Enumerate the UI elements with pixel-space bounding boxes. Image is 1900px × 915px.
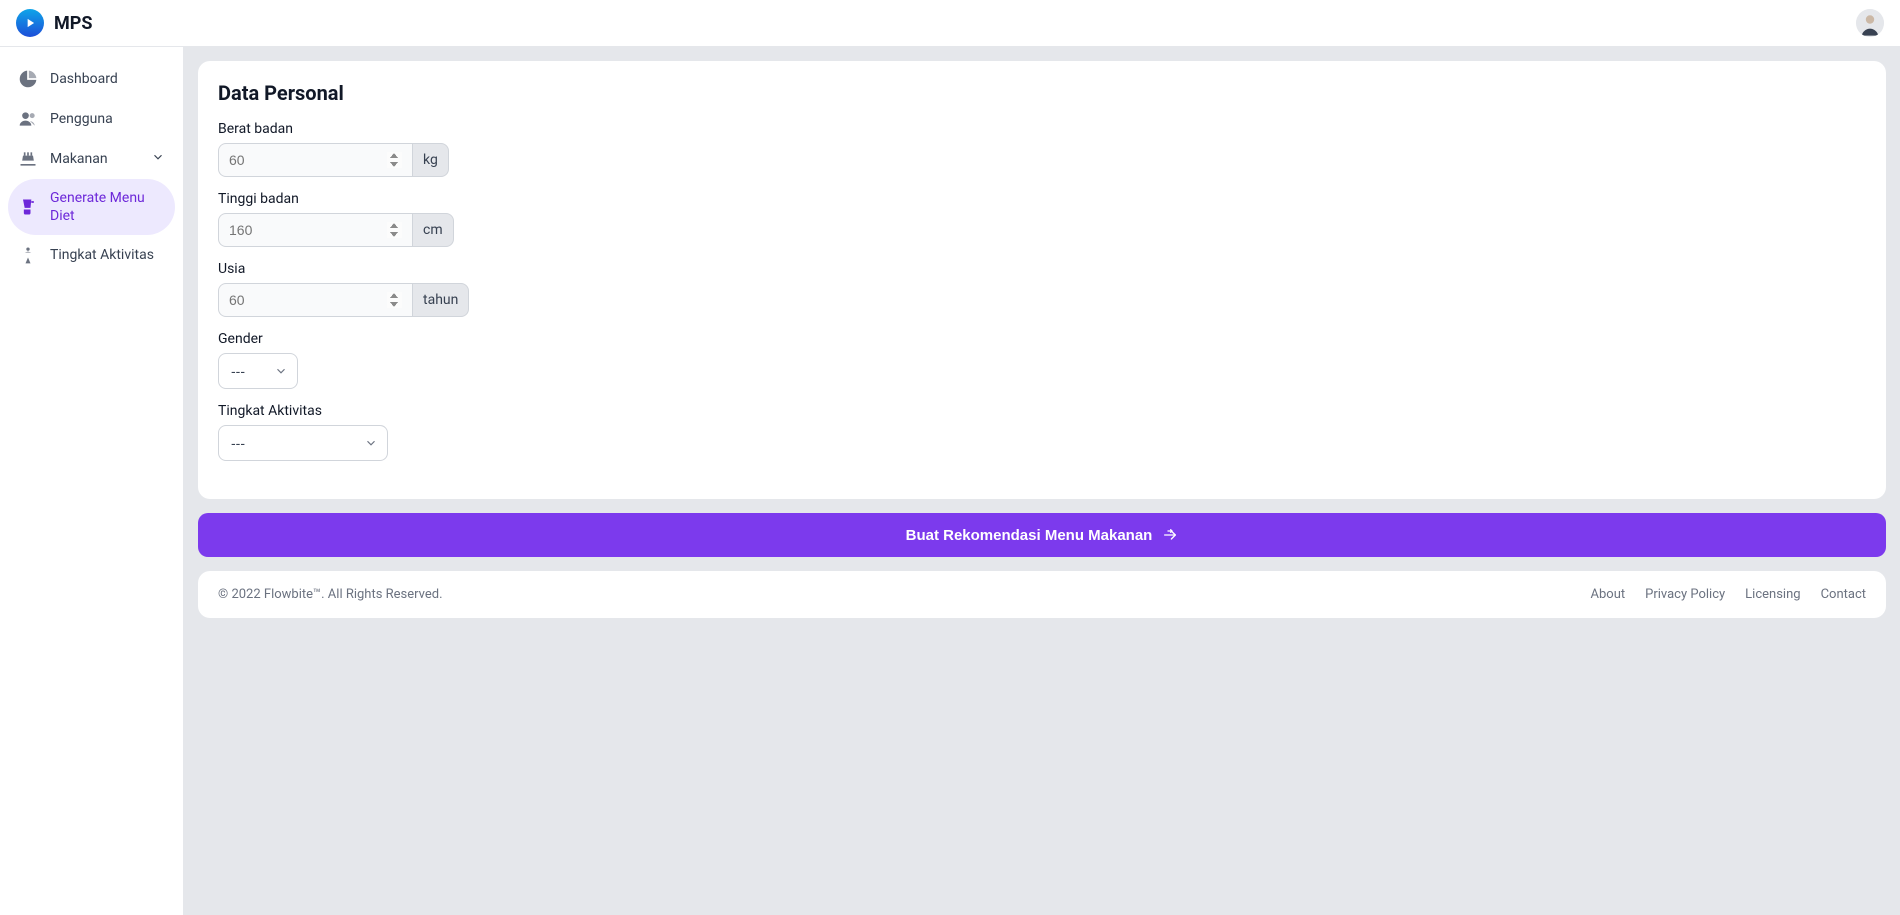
gender-select[interactable]: --- <box>218 353 298 389</box>
brand[interactable]: MPS <box>16 9 92 37</box>
chevron-down-icon <box>151 150 165 168</box>
weight-unit: kg <box>412 143 449 177</box>
weight-input[interactable] <box>218 143 412 177</box>
gender-row: Gender --- <box>218 331 1866 389</box>
footer-link-about[interactable]: About <box>1591 587 1626 602</box>
footer-link-contact[interactable]: Contact <box>1821 587 1866 602</box>
generate-button-label: Buat Rekomendasi Menu Makanan <box>906 527 1153 544</box>
age-row: Usia tahun <box>218 261 1866 317</box>
card-title: Data Personal <box>218 81 1866 105</box>
height-input[interactable] <box>218 213 412 247</box>
age-input[interactable] <box>218 283 412 317</box>
height-unit: cm <box>412 213 454 247</box>
age-unit: tahun <box>412 283 469 317</box>
sidebar-item-label: Tingkat Aktivitas <box>50 246 165 264</box>
activity-row: Tingkat Aktivitas --- <box>218 403 1866 461</box>
activity-select[interactable]: --- <box>218 425 388 461</box>
blender-icon <box>18 197 38 217</box>
footer-links: About Privacy Policy Licensing Contact <box>1591 587 1866 602</box>
avatar[interactable] <box>1856 9 1884 37</box>
sidebar-item-label: Generate Menu Diet <box>50 189 165 225</box>
food-icon <box>18 149 38 169</box>
footer-copyright: © 2022 Flowbite™. All Rights Reserved. <box>218 587 443 602</box>
sidebar-item-label: Makanan <box>50 150 139 168</box>
sidebar-item-tingkat-aktivitas[interactable]: Tingkat Aktivitas <box>8 235 175 275</box>
app-name: MPS <box>54 13 92 34</box>
height-row: Tinggi badan cm <box>218 191 1866 247</box>
sidebar-item-label: Pengguna <box>50 110 165 128</box>
footer-link-privacy[interactable]: Privacy Policy <box>1645 587 1725 602</box>
pie-chart-icon <box>18 69 38 89</box>
users-icon <box>18 109 38 129</box>
sidebar-item-generate-menu-diet[interactable]: Generate Menu Diet <box>8 179 175 235</box>
sidebar: Dashboard Pengguna Makanan Generate Menu… <box>0 47 184 915</box>
sidebar-item-label: Dashboard <box>50 70 165 88</box>
sidebar-item-makanan[interactable]: Makanan <box>8 139 175 179</box>
height-label: Tinggi badan <box>218 191 1866 207</box>
activity-icon <box>18 245 38 265</box>
brand-logo-icon <box>16 9 44 37</box>
arrow-right-icon <box>1162 527 1178 543</box>
weight-label: Berat badan <box>218 121 1866 137</box>
sidebar-item-dashboard[interactable]: Dashboard <box>8 59 175 99</box>
footer-link-licensing[interactable]: Licensing <box>1745 587 1800 602</box>
activity-label: Tingkat Aktivitas <box>218 403 1866 419</box>
sidebar-item-pengguna[interactable]: Pengguna <box>8 99 175 139</box>
weight-row: Berat badan kg <box>218 121 1866 177</box>
generate-button[interactable]: Buat Rekomendasi Menu Makanan <box>198 513 1886 557</box>
footer: © 2022 Flowbite™. All Rights Reserved. A… <box>198 571 1886 618</box>
gender-label: Gender <box>218 331 1866 347</box>
topbar: MPS <box>0 0 1900 47</box>
personal-data-card: Data Personal Berat badan kg Tinggi bada… <box>198 61 1886 499</box>
age-label: Usia <box>218 261 1866 277</box>
main-content: Data Personal Berat badan kg Tinggi bada… <box>184 47 1900 915</box>
